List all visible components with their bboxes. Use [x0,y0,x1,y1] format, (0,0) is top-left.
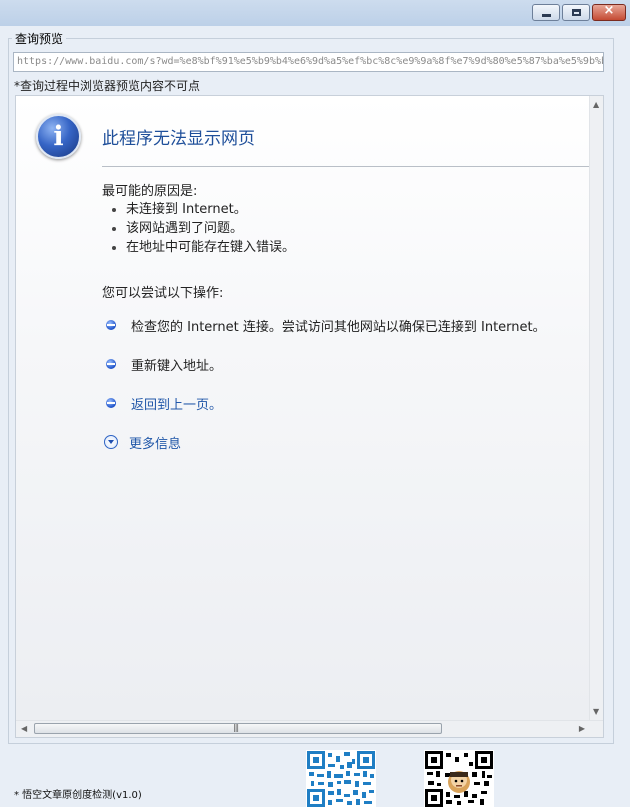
window-controls: × [530,3,626,21]
error-page: i 此程序无法显示网页 最可能的原因是: 未连接到 Internet。 该网站遇… [16,96,590,720]
maximize-button[interactable] [562,4,590,21]
window-titlebar: × [0,0,630,26]
preview-group-label: 查询预览 [12,30,67,47]
preview-note: *查询过程中浏览器预览内容不可点 [14,79,201,93]
qr-code-image [424,750,494,807]
action-retype-address: 重新键入地址。 [106,354,222,374]
actions-heading: 您可以尝试以下操作: [102,286,224,301]
minimize-button[interactable] [532,4,560,21]
more-info-toggle[interactable]: 更多信息 [104,432,181,452]
avatar [448,771,470,793]
maximize-icon [572,9,581,16]
close-icon: × [603,3,615,18]
bullet-icon [106,359,116,369]
scroll-down-icon[interactable]: ▼ [593,707,599,716]
scroll-up-icon[interactable]: ▲ [593,100,599,109]
scroll-left-icon[interactable]: ◀ [21,724,27,733]
bullet-icon [106,320,116,330]
reason-item: 在地址中可能存在键入错误。 [111,240,296,255]
close-button[interactable]: × [592,3,626,21]
action-text: 检查您的 Internet 连接。尝试访问其他网站以确保已连接到 Interne… [131,319,546,335]
url-field[interactable]: https://www.baidu.com/s?wd=%e8%bf%91%e5%… [13,52,604,72]
reason-item: 该网站遇到了问题。 [111,219,295,238]
info-icon: i [36,114,81,159]
scroll-right-icon[interactable]: ▶ [579,724,585,733]
more-info-link[interactable]: 更多信息 [129,433,181,452]
title-divider [102,166,590,167]
bullet-icon [106,398,116,408]
reason-item: 未连接到 Internet。 [111,200,295,219]
app-version-label: * 悟空文章原创度检测(v1.0) [14,790,142,801]
chevron-down-icon[interactable] [104,435,118,449]
go-back-link[interactable]: 返回到上一页。 [131,394,222,413]
reasons-list: 未连接到 Internet。 该网站遇到了问题。 在地址中可能存在键入错误。 [111,200,296,257]
reasons-heading: 最可能的原因是: [102,184,198,199]
minimize-icon [542,14,551,17]
qr-code-image [306,750,376,807]
browser-preview: i 此程序无法显示网页 最可能的原因是: 未连接到 Internet。 该网站遇… [15,95,604,738]
vertical-scrollbar[interactable]: ▲ ▼ [589,96,603,720]
action-text: 重新键入地址。 [131,358,223,374]
horizontal-scroll-thumb[interactable]: ||| [34,723,442,734]
horizontal-scrollbar[interactable]: ◀ ||| ▶ [16,720,603,737]
error-title: 此程序无法显示网页 [102,129,255,149]
action-go-back[interactable]: 返回到上一页。 [106,393,222,413]
action-check-connection: 检查您的 Internet 连接。尝试访问其他网站以确保已连接到 Interne… [106,315,546,335]
